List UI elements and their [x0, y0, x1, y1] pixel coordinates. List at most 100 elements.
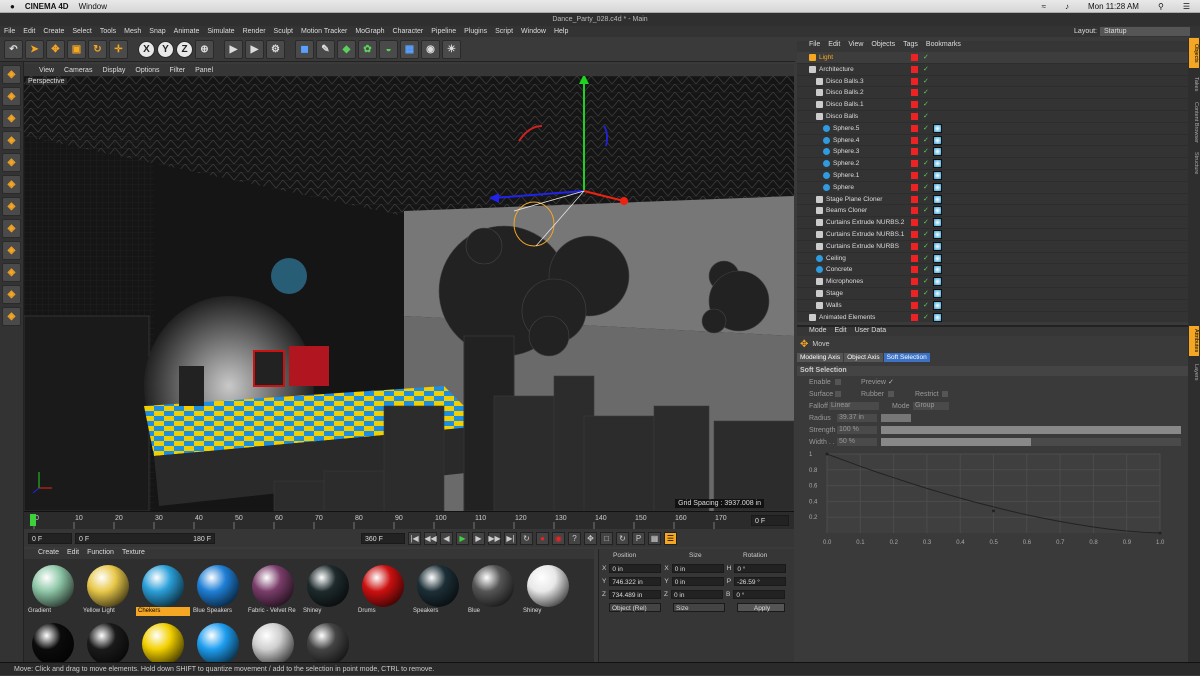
preview-range-slider[interactable]: 0 F 180 F	[75, 532, 215, 544]
object-row-ceiling[interactable]: Ceiling ✓	[797, 253, 1188, 265]
material-yellow-light[interactable]: Yellow Light	[81, 561, 135, 615]
layer-color-swatch[interactable]	[911, 77, 918, 85]
timeline-ruler[interactable]: 0 10 20 30 40 50 60 70 80 90 100 110 120 130 140 150 160…	[24, 511, 794, 529]
object-menu-objects[interactable]: Objects	[871, 41, 895, 52]
layer-color-swatch[interactable]	[911, 183, 918, 191]
workplane-icon[interactable]: ◈	[2, 131, 21, 150]
object-menu-tags[interactable]: Tags	[903, 41, 918, 52]
y-axis-icon[interactable]: Y	[157, 41, 174, 58]
undo-icon[interactable]: ↶	[4, 40, 23, 59]
mac-app-name[interactable]: CINEMA 4D	[25, 2, 69, 11]
falloff-curve-graph[interactable]: 0.0 0.1 0.2 0.3 0.4 0.5 0.6 0.7 0.8 0.9 1.0 1 0.8 0.6…	[807, 448, 1185, 548]
param-key-icon[interactable]: P	[632, 531, 645, 545]
pos-z-field[interactable]: 734.489 in	[608, 590, 661, 599]
material-blue[interactable]: Blue	[466, 561, 520, 615]
texture-mode-icon[interactable]: ◈	[2, 109, 21, 128]
size-x-field[interactable]: 0 in	[671, 564, 724, 573]
edges-mode-icon[interactable]: ◈	[2, 175, 21, 194]
curve-knot[interactable]	[825, 452, 829, 456]
visibility-check-icon[interactable]: ✓	[923, 135, 929, 147]
layer-color-swatch[interactable]	[911, 207, 918, 215]
layer-color-swatch[interactable]	[911, 266, 918, 274]
object-row-sphere-2[interactable]: Sphere.2 ✓	[797, 158, 1188, 170]
layer-color-swatch[interactable]	[911, 231, 918, 238]
attr-menu-mode[interactable]: Mode	[809, 327, 827, 336]
autokey-icon[interactable]: ◉	[552, 531, 565, 545]
end-frame-field[interactable]: 360 F	[361, 532, 405, 544]
strength-field[interactable]: 100 %	[837, 426, 877, 434]
object-row-disco-balls-2[interactable]: Disco Balls.2 ✓	[797, 87, 1188, 100]
object-row-curtains-extrude-nurbs[interactable]: Curtains Extrude NURBS ✓	[797, 241, 1188, 253]
side-tab-content-browser[interactable]: Content Browser	[1189, 100, 1199, 144]
material-swatch[interactable]	[26, 619, 80, 662]
scale-icon[interactable]: ▣	[67, 40, 86, 59]
material-blue-speakers[interactable]: Blue Speakers	[191, 561, 245, 615]
object-row-concrete[interactable]: Concrete ✓	[797, 264, 1188, 277]
menu-render[interactable]: Render	[239, 28, 270, 35]
object-row-disco-balls-1[interactable]: Disco Balls.1 ✓	[797, 99, 1188, 111]
preview-checkbox[interactable]: ✓	[888, 378, 894, 386]
material-tag-icon[interactable]	[933, 253, 942, 263]
material-tag-icon[interactable]	[933, 230, 942, 239]
layer-color-swatch[interactable]	[911, 136, 918, 144]
layer-color-swatch[interactable]	[911, 195, 918, 203]
material-swatch[interactable]	[191, 619, 245, 662]
menu-snap[interactable]: Snap	[145, 28, 169, 35]
rotate-icon[interactable]: ↻	[88, 40, 107, 59]
edit-render-settings-icon[interactable]: ⚙	[266, 40, 285, 59]
viewport-menu-panel[interactable]: Panel	[195, 67, 213, 74]
viewport-menu-filter[interactable]: Filter	[170, 67, 186, 74]
layer-color-swatch[interactable]	[911, 278, 918, 286]
visibility-check-icon[interactable]: ✓	[923, 276, 929, 288]
layer-color-swatch[interactable]	[911, 219, 918, 227]
object-row-sphere-3[interactable]: Sphere.3 ✓	[797, 146, 1188, 159]
rot-h-field[interactable]: 0 °	[734, 564, 787, 573]
material-menu-function[interactable]: Function	[87, 549, 114, 559]
axis-mode-icon[interactable]: ◈	[2, 219, 21, 238]
wifi-icon[interactable]: ≈	[1042, 2, 1046, 11]
side-tab-layers[interactable]: Layers	[1189, 360, 1199, 384]
layer-color-swatch[interactable]	[911, 242, 918, 250]
lock-workplane-icon[interactable]: ◈	[2, 307, 21, 326]
material-tag-icon[interactable]	[933, 300, 942, 310]
falloff-dropdown[interactable]: Linear	[829, 402, 879, 410]
prev-key-icon[interactable]: ◀◀	[424, 531, 437, 545]
width-field[interactable]: 50 %	[837, 438, 877, 446]
visibility-check-icon[interactable]: ✓	[923, 194, 929, 206]
last-tool-icon[interactable]: ✛	[109, 40, 128, 59]
viewport-menu-cameras[interactable]: Cameras	[64, 67, 92, 74]
object-row-disco-balls[interactable]: Disco Balls ✓	[797, 111, 1188, 123]
volume-icon[interactable]: ♪	[1065, 2, 1069, 11]
object-menu-edit[interactable]: Edit	[828, 41, 840, 52]
menu-mograph[interactable]: MoGraph	[351, 28, 388, 35]
points-mode-icon[interactable]: ◈	[2, 153, 21, 172]
mode-dropdown[interactable]: Group	[913, 402, 949, 410]
magnet-icon[interactable]: ◈	[2, 285, 21, 304]
mac-window-menu[interactable]: Window	[79, 2, 107, 11]
layer-color-swatch[interactable]	[911, 89, 918, 97]
material-shiney[interactable]: Shiney	[521, 561, 575, 615]
radius-field[interactable]: 39.37 in	[837, 414, 877, 422]
width-slider[interactable]	[881, 438, 1181, 446]
apply-button[interactable]: Apply	[737, 603, 785, 612]
menu-simulate[interactable]: Simulate	[203, 28, 238, 35]
object-row-sphere[interactable]: Sphere ✓	[797, 182, 1188, 194]
material-tag-icon[interactable]	[933, 277, 942, 287]
visibility-check-icon[interactable]: ✓	[923, 170, 929, 182]
curve-knot[interactable]	[992, 509, 995, 513]
material-tag-icon[interactable]	[933, 171, 942, 180]
object-menu-file[interactable]: File	[809, 41, 820, 52]
material-drums[interactable]: Drums	[356, 561, 410, 615]
material-chekers[interactable]: Chekers	[136, 561, 190, 616]
layer-color-swatch[interactable]	[911, 65, 918, 73]
material-tag-icon[interactable]	[933, 194, 942, 204]
rubber-checkbox[interactable]	[888, 391, 894, 397]
side-tab-objects[interactable]: Objects	[1189, 38, 1199, 68]
render-picture-viewer-icon[interactable]: ▶	[245, 40, 264, 59]
light-icon[interactable]: ☀	[442, 40, 461, 59]
menu-mesh[interactable]: Mesh	[120, 28, 145, 35]
menu-window[interactable]: Window	[517, 28, 550, 35]
layer-color-swatch[interactable]	[911, 290, 918, 297]
material-tag-icon[interactable]	[933, 312, 942, 322]
material-tag-icon[interactable]	[933, 265, 942, 275]
